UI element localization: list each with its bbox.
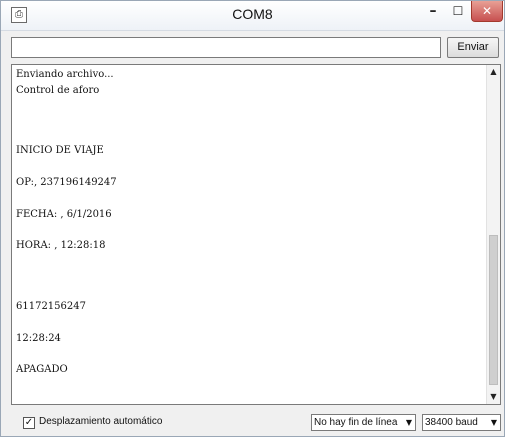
- line-ending-select[interactable]: No hay fin de línea ▼: [311, 414, 416, 431]
- scroll-up-icon[interactable]: ▲: [487, 65, 500, 79]
- close-button[interactable]: ✕: [471, 1, 503, 22]
- send-input[interactable]: [11, 37, 441, 58]
- chevron-down-icon: ▼: [405, 418, 412, 427]
- scroll-down-icon[interactable]: ▼: [487, 390, 500, 404]
- line-ending-value: No hay fin de línea: [314, 417, 398, 428]
- output-line: 61172156247: [16, 301, 86, 312]
- output-line: OP:, 237196149247: [16, 177, 117, 188]
- output-line: FECHA: , 6/1/2016: [16, 209, 112, 220]
- chevron-down-icon: ▼: [490, 418, 497, 427]
- output-line: APAGADO: [16, 364, 68, 375]
- autoscroll-label[interactable]: Desplazamiento automático: [39, 416, 162, 427]
- scrollbar-thumb[interactable]: [489, 235, 498, 385]
- vertical-scrollbar[interactable]: ▲ ▼: [486, 65, 500, 404]
- maximize-button[interactable]: ☐: [447, 1, 469, 21]
- serial-monitor-window: ⎙ COM8 – ☐ ✕ Enviar Enviando archivo... …: [0, 0, 505, 437]
- output-line: HORA: , 12:28:18: [16, 240, 106, 251]
- serial-output[interactable]: Enviando archivo... Control de aforo INI…: [11, 64, 501, 405]
- title-bar: ⎙ COM8 – ☐ ✕: [1, 1, 504, 31]
- output-line: INICIO DE VIAJE: [16, 145, 104, 156]
- minimize-button[interactable]: –: [421, 1, 445, 21]
- output-line: 12:28:24: [16, 333, 61, 344]
- output-line: Enviando archivo...: [16, 69, 114, 80]
- serial-output-text: Enviando archivo... Control de aforo INI…: [16, 67, 486, 403]
- autoscroll-checkbox[interactable]: ✓: [23, 417, 35, 429]
- baud-rate-select[interactable]: 38400 baud ▼: [422, 414, 501, 431]
- baud-rate-value: 38400 baud: [425, 417, 478, 428]
- send-button[interactable]: Enviar: [447, 37, 499, 58]
- output-line: Control de aforo: [16, 85, 100, 96]
